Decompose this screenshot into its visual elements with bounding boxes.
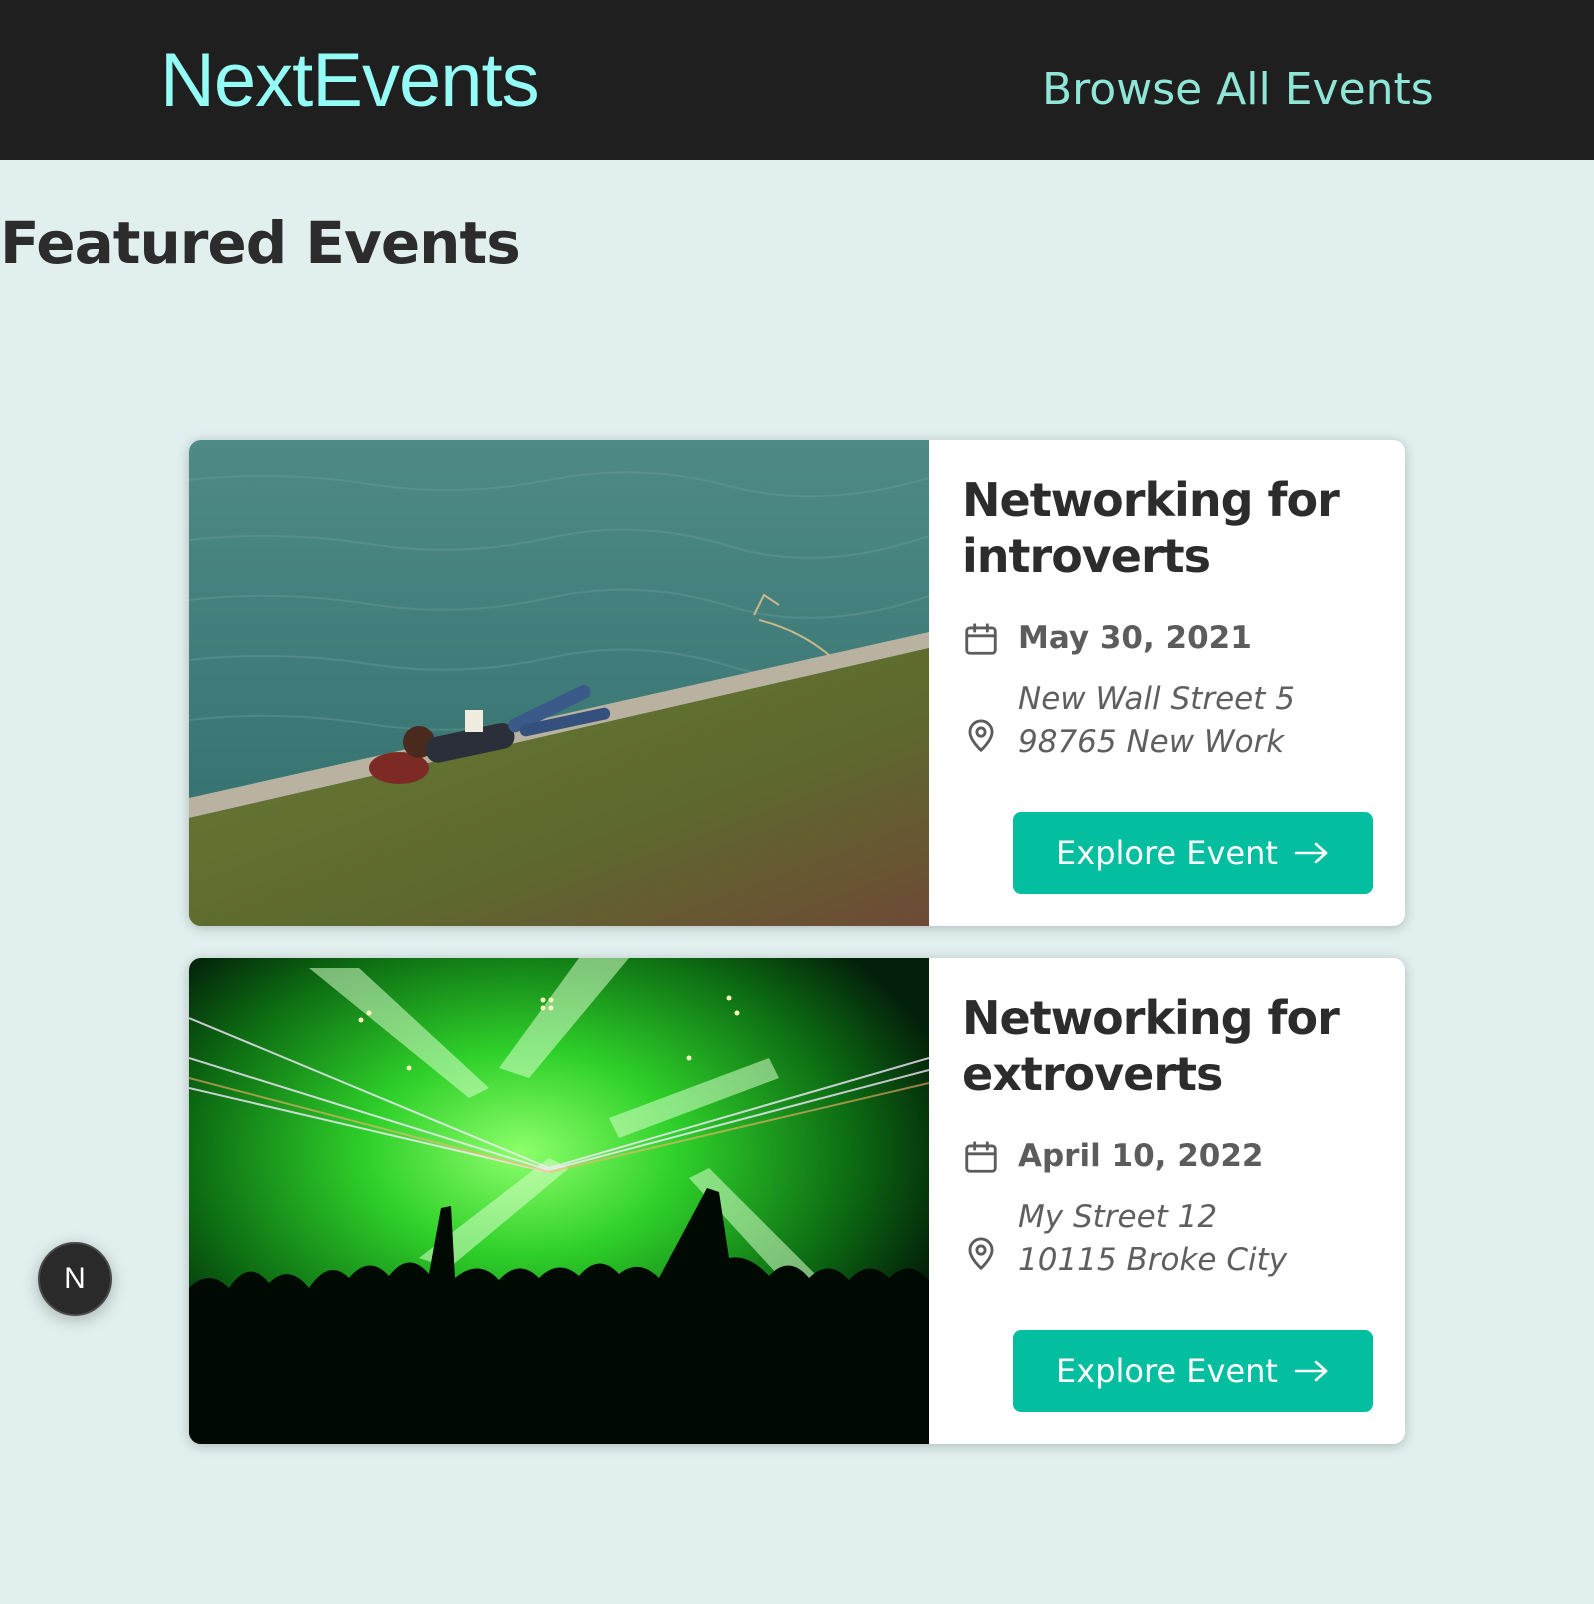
nextjs-dev-badge[interactable]: N	[38, 1242, 112, 1316]
event-date-text: May 30, 2021	[1018, 620, 1252, 656]
logo-link[interactable]: NextEvents	[160, 40, 540, 122]
event-address-text: New Wall Street 5 98765 New Work	[1018, 678, 1295, 764]
event-card: Networking for extroverts April 10, 2022…	[189, 958, 1405, 1444]
address-line-2: 98765 New Work	[1018, 724, 1285, 760]
page-title: Featured Events	[0, 209, 521, 277]
address-line-1: New Wall Street 5	[1018, 681, 1295, 717]
nextjs-badge-letter: N	[64, 1262, 86, 1295]
calendar-icon	[965, 623, 997, 655]
calendar-icon	[965, 1141, 997, 1173]
explore-event-button[interactable]: Explore Event	[1013, 812, 1373, 894]
event-image-extroverts	[189, 958, 929, 1444]
arrow-right-icon	[1294, 842, 1328, 864]
explore-event-button[interactable]: Explore Event	[1013, 1330, 1373, 1412]
site-header: NextEvents Browse All Events	[0, 0, 1594, 160]
event-details: Networking for introverts May 30, 2021 N…	[929, 440, 1405, 926]
event-card: Networking for introverts May 30, 2021 N…	[189, 440, 1405, 926]
address-line-1: My Street 12	[1018, 1199, 1218, 1235]
location-pin-icon	[968, 719, 994, 752]
event-address-text: My Street 12 10115 Broke City	[1018, 1196, 1287, 1282]
address-line-2: 10115 Broke City	[1018, 1242, 1288, 1278]
event-title: Networking for introverts	[962, 473, 1340, 583]
explore-event-label: Explore Event	[1056, 834, 1278, 872]
explore-event-label: Explore Event	[1056, 1352, 1278, 1390]
arrow-right-icon	[1294, 1360, 1328, 1382]
event-details: Networking for extroverts April 10, 2022…	[929, 958, 1405, 1444]
location-pin-icon	[968, 1237, 994, 1270]
event-image-introverts	[189, 440, 929, 926]
event-date-text: April 10, 2022	[1018, 1138, 1264, 1174]
browse-all-events-link[interactable]: Browse All Events	[1042, 62, 1434, 118]
event-title: Networking for extroverts	[962, 991, 1340, 1101]
